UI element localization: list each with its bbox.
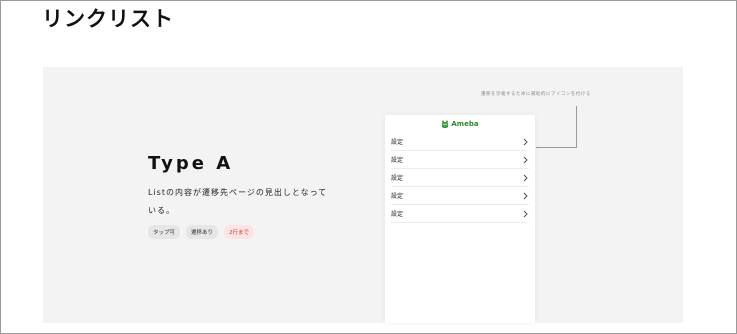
ameba-logo-text: Ameba bbox=[451, 120, 479, 128]
variant-description: Listの内容が遷移先ページの見出しとなっている。 bbox=[148, 188, 328, 215]
chevron-right-icon bbox=[523, 192, 528, 199]
list-item-label: 設定 bbox=[391, 193, 404, 200]
annotation-line bbox=[536, 147, 577, 148]
tag-tappable: タップ可 bbox=[148, 225, 181, 239]
list-item[interactable]: 設定 bbox=[391, 187, 529, 205]
ameba-logo-icon bbox=[442, 120, 449, 128]
tag-list: タップ可 遷移あり 2行まで bbox=[148, 225, 255, 239]
chevron-right-icon bbox=[523, 138, 528, 145]
list-item[interactable]: 設定 bbox=[391, 133, 529, 151]
variant-title: Type A bbox=[148, 153, 234, 174]
phone-mockup: Ameba 設定 設定 設定 設定 設定 bbox=[385, 115, 535, 323]
phone-header: Ameba bbox=[385, 115, 535, 133]
tag-navigates: 遷移あり bbox=[186, 225, 219, 239]
list-item[interactable]: 設定 bbox=[391, 205, 529, 223]
list-item[interactable]: 設定 bbox=[391, 169, 529, 187]
list-item[interactable]: 設定 bbox=[391, 151, 529, 169]
list-item-label: 設定 bbox=[391, 175, 404, 182]
chevron-right-icon bbox=[523, 174, 528, 181]
annotation-line bbox=[576, 106, 577, 148]
annotation-text: 遷移を示唆するために補助的にアイコンを付ける bbox=[481, 92, 591, 97]
list-item-label: 設定 bbox=[391, 211, 404, 218]
list-item-label: 設定 bbox=[391, 157, 404, 164]
chevron-right-icon bbox=[523, 156, 528, 163]
link-list: 設定 設定 設定 設定 設定 bbox=[391, 133, 529, 223]
chevron-right-icon bbox=[523, 210, 528, 217]
example-panel: Type A Listの内容が遷移先ページの見出しとなっている。 タップ可 遷移… bbox=[43, 67, 683, 323]
page-title: リンクリスト bbox=[42, 7, 174, 31]
list-item-label: 設定 bbox=[391, 139, 404, 146]
tag-max-lines: 2行まで bbox=[224, 225, 255, 239]
